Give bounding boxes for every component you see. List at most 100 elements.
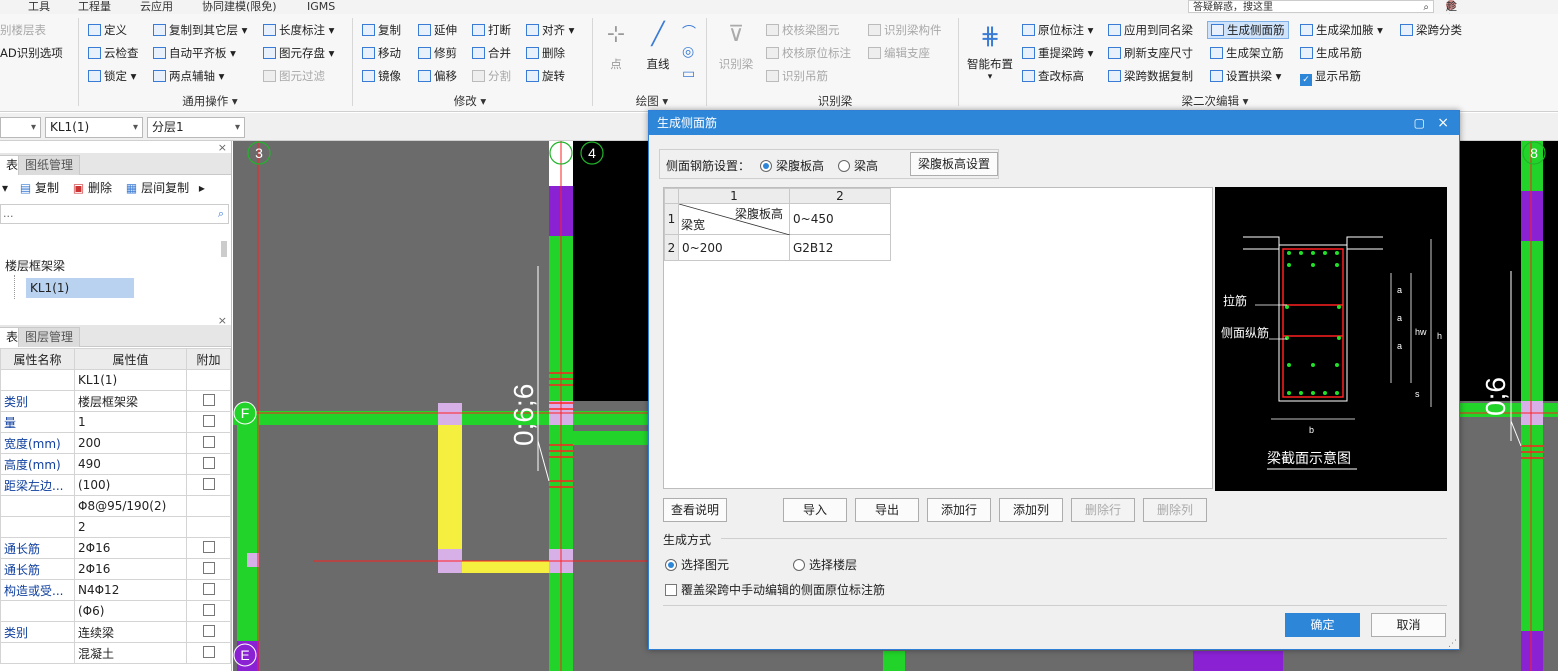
add-row-button[interactable]: 添加行: [927, 498, 991, 522]
export-button[interactable]: 导出: [855, 498, 919, 522]
copy-button[interactable]: 复制: [362, 22, 401, 38]
check-mark-button[interactable]: 校核原位标注: [766, 45, 851, 61]
column-pink[interactable]: [438, 403, 462, 425]
prop-checkbox[interactable]: [202, 561, 215, 574]
ribbon-floor-table[interactable]: 别楼层表: [0, 22, 46, 38]
tab-drawing-mgmt[interactable]: 图纸管理: [18, 155, 81, 175]
tree-scrollbar[interactable]: [221, 241, 227, 257]
element-filter-button[interactable]: 图元过滤: [263, 68, 325, 84]
copy-action[interactable]: ▤ 复制: [20, 181, 59, 195]
beam-vertical[interactable]: [883, 651, 905, 671]
rect-tool-icon[interactable]: ▭: [682, 66, 695, 82]
span-classify-button[interactable]: 梁跨分类: [1400, 22, 1462, 38]
circle-tool-icon[interactable]: ◎: [682, 44, 694, 60]
column[interactable]: [1521, 191, 1543, 241]
span-data-copy-button[interactable]: 梁跨数据复制: [1108, 68, 1193, 84]
dialog-title-bar[interactable]: 生成侧面筋 ▢ ×: [649, 111, 1459, 135]
length-dim-button[interactable]: 长度标注 ▾: [263, 22, 334, 38]
prop-value[interactable]: Φ8@95/190(2): [74, 495, 187, 517]
break-button[interactable]: 打断: [472, 22, 511, 38]
show-hanger-toggle[interactable]: ✓ 显示吊筋: [1300, 68, 1361, 86]
prop-checkbox[interactable]: [202, 582, 215, 595]
prop-value[interactable]: KL1(1): [74, 369, 187, 391]
prop-value[interactable]: 490: [74, 453, 187, 475]
tree-node-selected[interactable]: KL1(1): [26, 278, 134, 298]
close-icon[interactable]: ×: [218, 141, 227, 154]
prop-checkbox[interactable]: [202, 624, 215, 637]
two-point-axis-button[interactable]: 两点辅轴 ▾: [153, 68, 224, 84]
axis-bubble[interactable]: E: [233, 643, 257, 667]
overwrite-checkbox[interactable]: [665, 584, 677, 596]
property-row[interactable]: 类别 楼层框架梁: [0, 390, 231, 412]
prop-checkbox[interactable]: [202, 393, 215, 406]
point-tool[interactable]: ⊹ 点: [600, 22, 632, 72]
delete-button[interactable]: 删除: [526, 45, 565, 61]
beam-vertical[interactable]: [237, 411, 259, 671]
re-extract-span-button[interactable]: 重提梁跨 ▾: [1022, 45, 1093, 61]
tree-node-parent[interactable]: 楼层框架梁: [5, 257, 65, 274]
overwrite-checkbox-row[interactable]: 覆盖梁跨中手动编辑的侧面原位标注筋: [665, 581, 885, 598]
cloud-check-button[interactable]: 云检查: [88, 45, 139, 61]
menu-quantity[interactable]: 工程量: [78, 0, 111, 13]
resize-grip-icon[interactable]: ⋰: [1448, 639, 1457, 649]
floor-copy-action[interactable]: ▦ 层间复制: [126, 181, 189, 195]
set-arch-beam-button[interactable]: 设置拱梁 ▾: [1210, 68, 1281, 84]
beam-horizontal[interactable]: [563, 431, 653, 445]
menu-tools[interactable]: 工具: [28, 0, 50, 13]
close-icon[interactable]: ×: [1437, 111, 1449, 135]
delete-column-button[interactable]: 删除列: [1143, 498, 1207, 522]
element-save-button[interactable]: 图元存盘 ▾: [263, 45, 334, 61]
radio-select-floor[interactable]: 选择楼层: [793, 556, 857, 573]
prop-checkbox[interactable]: [202, 456, 215, 469]
grid-cell[interactable]: G2B12: [789, 234, 891, 261]
property-row[interactable]: Φ8@95/190(2): [0, 495, 231, 517]
column-pink[interactable]: [247, 553, 259, 567]
prop-value[interactable]: 2Φ16: [74, 537, 187, 559]
prop-checkbox[interactable]: [202, 603, 215, 616]
extend-button[interactable]: 延伸: [418, 22, 457, 38]
prop-value[interactable]: N4Φ12: [74, 579, 187, 601]
property-row[interactable]: 类别 连续梁: [0, 621, 231, 643]
column[interactable]: [1193, 651, 1283, 671]
merge-button[interactable]: 合并: [472, 45, 511, 61]
web-height-setting-button[interactable]: 梁腹板高设置: [910, 152, 998, 176]
prop-value[interactable]: 1: [74, 411, 187, 433]
smart-layout-button[interactable]: ⋕ 智能布置 ▾: [964, 22, 1016, 82]
identify-beam-comp-button[interactable]: 识别梁构件: [868, 22, 942, 38]
split-button[interactable]: 分割: [472, 68, 511, 84]
prop-value[interactable]: 200: [74, 432, 187, 454]
arc-tool-icon[interactable]: ⌒: [682, 22, 696, 42]
new-dropdown-icon[interactable]: ▾: [2, 181, 8, 195]
property-row[interactable]: 构造或受... N4Φ12: [0, 579, 231, 601]
cancel-button[interactable]: 取消: [1371, 613, 1446, 637]
refresh-support-button[interactable]: 刷新支座尺寸: [1108, 45, 1193, 61]
beam-yellow[interactable]: [438, 403, 462, 563]
move-button[interactable]: 移动: [362, 45, 401, 61]
prop-checkbox[interactable]: [202, 414, 215, 427]
grid-cell[interactable]: 0~450: [789, 203, 891, 235]
component-combo[interactable]: KL1(1): [45, 117, 143, 138]
lock-button[interactable]: 锁定 ▾: [88, 68, 136, 84]
ok-button[interactable]: 确定: [1285, 613, 1360, 637]
align-button[interactable]: 对齐 ▾: [526, 22, 574, 38]
edit-elevation-button[interactable]: 查改标高: [1022, 68, 1084, 84]
prop-value[interactable]: 2Φ16: [74, 558, 187, 580]
check-beam-button[interactable]: 校核梁图元: [766, 22, 840, 38]
menu-collab[interactable]: 协同建模(限免): [202, 0, 277, 13]
delete-action[interactable]: ▣ 删除: [73, 181, 112, 195]
prop-value[interactable]: (Φ6): [74, 600, 187, 622]
property-row[interactable]: KL1(1): [0, 369, 231, 391]
prop-value[interactable]: (100): [74, 474, 187, 496]
help-search-input[interactable]: 答疑解惑，搜这里 ⌕: [1188, 0, 1434, 13]
line-tool[interactable]: ╱ 直线: [640, 22, 676, 72]
identify-hanger-button[interactable]: 识别吊筋: [766, 68, 828, 84]
prop-value[interactable]: 混凝土: [74, 642, 187, 664]
generate-erection-bar-button[interactable]: 生成架立筋: [1210, 45, 1284, 61]
close-icon[interactable]: ×: [218, 314, 227, 327]
prop-checkbox[interactable]: [202, 477, 215, 490]
axis-bubble[interactable]: F: [233, 401, 257, 425]
menu-cloud[interactable]: 云应用: [140, 0, 173, 13]
mirror-button[interactable]: 镜像: [362, 68, 401, 84]
tree-search-input[interactable]: ... ⌕: [0, 204, 229, 224]
ribbon-cad-options[interactable]: AD识别选项: [0, 45, 63, 61]
